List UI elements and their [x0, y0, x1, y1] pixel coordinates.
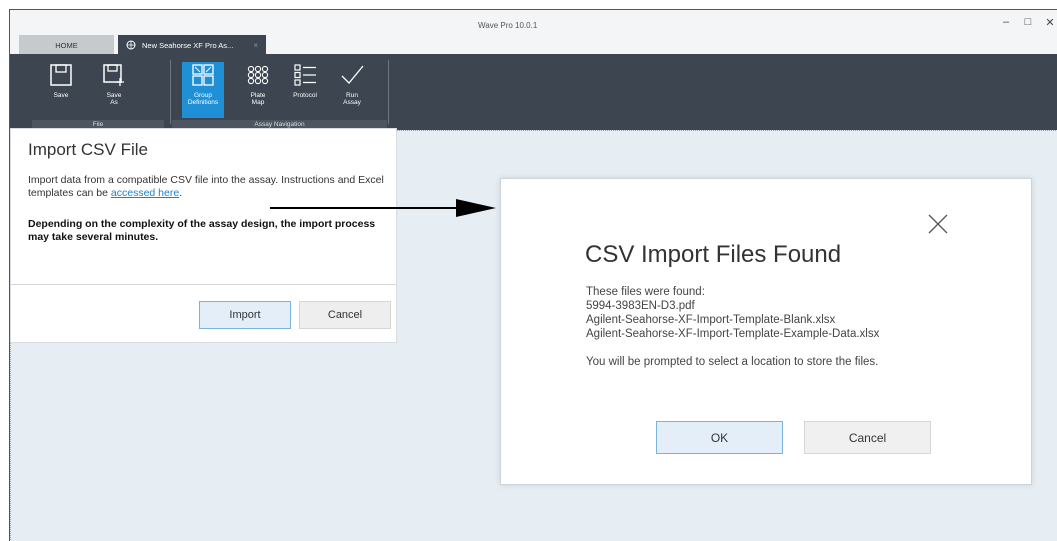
found-prompt: You will be prompted to select a locatio… — [586, 356, 879, 368]
close-window-icon[interactable]: ✕ — [1044, 16, 1056, 29]
ribbon-separator — [170, 60, 171, 124]
group-definitions-label-2: Definitions — [187, 99, 219, 106]
plate-map-label-1: Plate — [250, 92, 266, 99]
run-assay-label-2: Assay — [343, 99, 361, 106]
csv-files-found-dialog: CSV Import Files Found These files were … — [500, 178, 1032, 485]
tab-home-label: HOME — [55, 40, 78, 50]
window-controls: – □ ✕ — [1000, 16, 1056, 29]
ok-button[interactable]: OK — [656, 421, 783, 454]
save-as-button[interactable]: Save As — [94, 62, 134, 118]
import-dialog-title: Import CSV File — [28, 140, 148, 159]
file-item: Agilent-Seahorse-XF-Import-Template-Blan… — [586, 314, 836, 326]
import-warning: Depending on the complexity of the assay… — [28, 218, 376, 243]
checkmark-icon — [341, 65, 364, 84]
minimize-icon[interactable]: – — [1000, 16, 1012, 29]
title-bar: Wave Pro 10.0.1 – □ ✕ HOME New Seahorse … — [10, 10, 1057, 55]
found-intro: These files were found: — [586, 286, 705, 298]
save-as-icon — [103, 64, 124, 86]
protocol-icon — [294, 64, 316, 86]
accessed-here-link[interactable]: accessed here — [111, 187, 179, 199]
import-cancel-button[interactable]: Cancel — [299, 301, 391, 329]
group-definitions-icon — [192, 64, 214, 86]
protocol-button[interactable]: Protocol — [285, 62, 325, 118]
tab-assay-label: New Seahorse XF Pro As... — [142, 40, 234, 50]
plate-map-icon — [247, 65, 269, 85]
import-button[interactable]: Import — [199, 301, 291, 329]
save-icon — [50, 64, 72, 86]
assay-icon — [126, 40, 136, 50]
save-button[interactable]: Save — [41, 62, 81, 118]
found-cancel-button[interactable]: Cancel — [804, 421, 931, 454]
group-definitions-label-1: Group — [193, 92, 213, 99]
tab-assay[interactable]: New Seahorse XF Pro As... × — [118, 35, 266, 55]
plate-map-button[interactable]: Plate Map — [238, 62, 278, 118]
close-icon[interactable] — [927, 213, 949, 235]
ribbon-separator — [388, 60, 389, 124]
divider — [11, 284, 396, 285]
ribbon-toolbar: Save Save As File Group Definitions Plat… — [10, 54, 1057, 130]
found-dialog-body: These files were found: 5994-3983EN-D3.p… — [586, 285, 879, 369]
run-assay-label-1: Run — [346, 92, 358, 99]
tab-close-icon[interactable]: × — [253, 41, 258, 50]
run-assay-button[interactable]: Run Assay — [332, 62, 372, 118]
file-item: Agilent-Seahorse-XF-Import-Template-Exam… — [586, 328, 880, 340]
tab-home[interactable]: HOME — [19, 35, 114, 55]
protocol-label: Protocol — [293, 92, 317, 99]
found-dialog-title: CSV Import Files Found — [585, 241, 842, 268]
maximize-icon[interactable]: □ — [1022, 16, 1034, 29]
group-definitions-button[interactable]: Group Definitions — [182, 62, 224, 118]
app-title: Wave Pro 10.0.1 — [478, 21, 538, 30]
save-label: Save — [53, 92, 69, 99]
save-as-label-2: As — [110, 99, 118, 106]
plate-map-label-2: Map — [251, 99, 265, 106]
file-item: 5994-3983EN-D3.pdf — [586, 300, 695, 312]
save-as-label-1: Save — [106, 92, 122, 99]
import-csv-dialog: Import CSV File Import data from a compa… — [10, 128, 397, 343]
callout-arrow — [270, 199, 496, 217]
